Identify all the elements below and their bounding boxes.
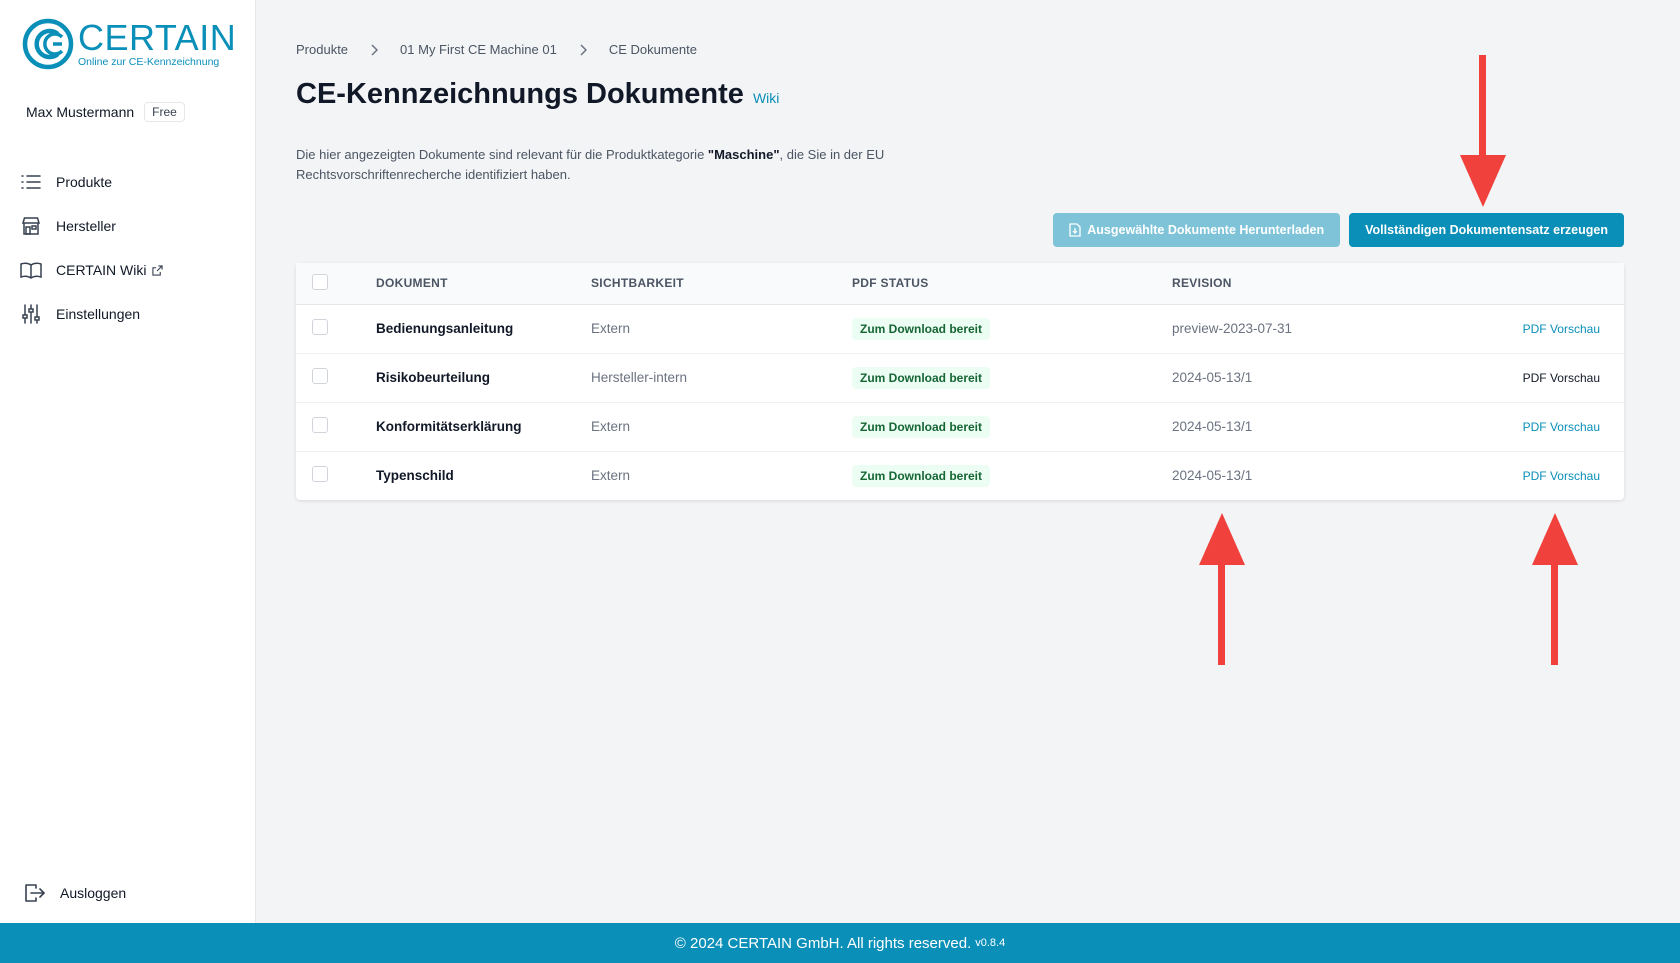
pdf-preview-link[interactable]: PDF Vorschau [1523, 469, 1600, 483]
action-buttons: Ausgewählte Dokumente Herunterladen Voll… [1053, 213, 1624, 247]
row-checkbox[interactable] [312, 417, 328, 433]
logout-button[interactable]: Ausloggen [24, 882, 126, 904]
document-name: Konformitätserklärung [376, 402, 591, 452]
breadcrumb: Produkte 01 My First CE Machine 01 CE Do… [296, 42, 697, 57]
table-row: Bedienungsanleitung Extern Zum Download … [296, 304, 1624, 354]
breadcrumb-product[interactable]: 01 My First CE Machine 01 [400, 42, 557, 57]
status-badge: Zum Download bereit [852, 317, 991, 340]
app-version: v0.8.4 [975, 937, 1006, 949]
status-badge: Zum Download bereit [852, 464, 991, 487]
documents-table: Dokument Sichtbarkeit PDF Status Revisio… [296, 263, 1624, 500]
generate-full-set-label: Vollständigen Dokumentensatz erzeugen [1365, 223, 1608, 237]
book-icon [20, 259, 42, 281]
description-text: Die hier angezeigten Dokumente sind rele… [296, 147, 708, 162]
table-row: Risikobeurteilung Hersteller-intern Zum … [296, 353, 1624, 403]
logo-subtitle: Online zur CE-Kennzeichnung [78, 56, 220, 68]
certain-logo[interactable]: CERTAIN Online zur CE-Kennzeichnung [22, 18, 236, 70]
sidebar-item-hersteller[interactable]: Hersteller [20, 204, 163, 248]
document-revision: 2024-05-13/1 [1172, 402, 1472, 452]
document-revision: 2024-05-13/1 [1172, 468, 1253, 484]
sidebar-item-label: CERTAIN Wiki [56, 262, 147, 278]
plan-badge: Free [144, 102, 185, 122]
arrow-up-annotation-icon [1199, 513, 1245, 665]
logout-label: Ausloggen [60, 885, 127, 901]
user-info: Max Mustermann Free [26, 102, 185, 122]
download-file-icon [1069, 223, 1081, 237]
user-name: Max Mustermann [26, 104, 135, 120]
ce-logo-icon [22, 18, 74, 70]
arrow-up-annotation-icon [1532, 513, 1578, 665]
document-visibility: Extern [591, 304, 852, 354]
breadcrumb-current[interactable]: CE Dokumente [609, 42, 697, 57]
pdf-preview-link[interactable]: PDF Vorschau [1523, 371, 1600, 385]
sidebar-item-einstellungen[interactable]: Einstellungen [20, 292, 163, 336]
header-pdf-status: PDF Status [852, 263, 1172, 305]
document-revision: 2024-05-13/1 [1172, 353, 1472, 403]
footer: © 2024 CERTAIN GmbH. All rights reserved… [0, 923, 1680, 963]
sidebar-item-label: Hersteller [56, 218, 116, 234]
logout-icon [24, 882, 46, 904]
header-document: Dokument [376, 263, 591, 305]
pdf-preview-link[interactable]: PDF Vorschau [1523, 322, 1600, 336]
select-all-checkbox[interactable] [312, 273, 328, 290]
download-selected-label: Ausgewählte Dokumente Herunterladen [1087, 223, 1325, 237]
generate-full-set-button[interactable]: Vollständigen Dokumentensatz erzeugen [1349, 213, 1624, 247]
document-visibility: Hersteller-intern [591, 353, 852, 403]
description-category: "Maschine" [707, 147, 780, 162]
document-name: Bedienungsanleitung [376, 304, 591, 354]
pdf-preview-link[interactable]: PDF Vorschau [1523, 420, 1600, 434]
chevron-right-icon [557, 43, 609, 56]
document-name: Risikobeurteilung [376, 353, 591, 403]
document-visibility: Extern [591, 402, 852, 452]
list-icon [20, 171, 42, 193]
download-selected-button[interactable]: Ausgewählte Dokumente Herunterladen [1053, 213, 1341, 247]
document-name: Typenschild [376, 468, 454, 484]
sidebar: CERTAIN Online zur CE-Kennzeichnung Max … [0, 0, 256, 923]
status-badge: Zum Download bereit [852, 366, 991, 389]
page-header: CE-Kennzeichnungs Dokumente Wiki [296, 78, 779, 111]
row-checkbox[interactable] [312, 368, 328, 384]
sidebar-item-label: Produkte [56, 174, 113, 190]
sidebar-item-produkte[interactable]: Produkte [20, 160, 163, 204]
logo-title: CERTAIN [78, 17, 237, 58]
header-visibility: Sichtbarkeit [591, 263, 852, 305]
table-header-row: Dokument Sichtbarkeit PDF Status Revisio… [296, 263, 1624, 305]
table-row: Typenschild Extern Zum Download bereit 2… [296, 451, 1624, 500]
breadcrumb-produkte[interactable]: Produkte [296, 42, 348, 57]
sliders-icon [20, 303, 42, 325]
store-icon [20, 215, 42, 237]
row-checkbox[interactable] [312, 466, 328, 483]
table-row: Konformitätserklärung Extern Zum Downloa… [296, 402, 1624, 452]
wiki-link[interactable]: Wiki [753, 90, 779, 106]
page-description: Die hier angezeigten Dokumente sind rele… [296, 145, 956, 185]
chevron-right-icon [348, 43, 400, 56]
page-title: CE-Kennzeichnungs Dokumente [296, 78, 744, 110]
row-checkbox[interactable] [312, 319, 328, 335]
sidebar-item-label: Einstellungen [56, 306, 141, 322]
document-visibility: Extern [591, 468, 631, 484]
sidebar-nav: Produkte Hersteller CERTAIN Wiki Einstel… [20, 160, 164, 336]
arrow-down-annotation-icon [1460, 55, 1506, 207]
external-link-icon [152, 264, 164, 276]
footer-copyright: © 2024 CERTAIN GmbH. All rights reserved… [674, 934, 972, 952]
document-revision: preview-2023-07-31 [1172, 304, 1472, 354]
sidebar-item-wiki[interactable]: CERTAIN Wiki [20, 248, 164, 292]
header-revision: Revision [1172, 263, 1472, 305]
status-badge: Zum Download bereit [852, 415, 991, 438]
